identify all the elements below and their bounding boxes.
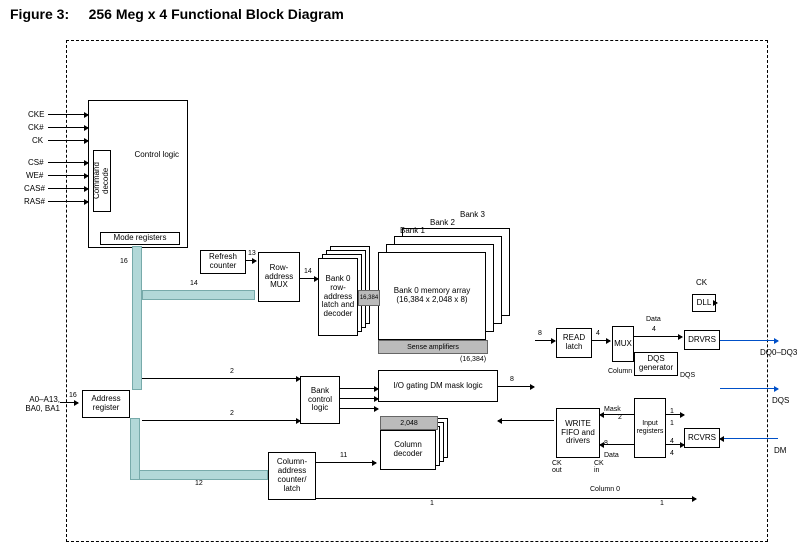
rcvrs-block: RCVRS bbox=[684, 428, 720, 448]
pin-addr: A0–A13, BA0, BA1 bbox=[18, 395, 60, 413]
w-rowmux-14: 14 bbox=[304, 268, 312, 275]
w-bank-2a: 2 bbox=[230, 368, 234, 375]
lbl-data-2: Data bbox=[604, 452, 619, 459]
address-register-block: Address register bbox=[82, 390, 130, 418]
bottom-1: 1 bbox=[430, 500, 434, 507]
pin-ck-right: CK bbox=[696, 278, 707, 287]
w-ir-4b: 4 bbox=[670, 450, 674, 457]
lbl-data: Data bbox=[646, 316, 661, 323]
figure-label: Figure 3: bbox=[10, 6, 69, 22]
w-mode-16: 16 bbox=[120, 258, 128, 265]
pin-ras: RAS# bbox=[24, 197, 45, 206]
dq-output bbox=[720, 340, 778, 341]
memory-array-block: Bank 0 memory array (16,384 x 2,048 x 8) bbox=[378, 252, 486, 340]
pin-we: WE# bbox=[26, 171, 43, 180]
lbl-ck-out: CK out bbox=[552, 460, 562, 474]
figure-title: 256 Meg x 4 Functional Block Diagram bbox=[89, 6, 344, 22]
pin-ckn: CK# bbox=[28, 123, 44, 132]
row-addr-mux-block: Row- address MUX bbox=[258, 252, 300, 302]
w-addr-14: 14 bbox=[190, 280, 198, 287]
sense-amplifiers-block: Sense amplifiers bbox=[378, 340, 488, 354]
w-wf-2: 2 bbox=[618, 414, 622, 421]
col-addr-latch-block: Column- address counter/ latch bbox=[268, 452, 316, 500]
lbl-dqs: DQS bbox=[680, 372, 695, 379]
bank1-label: Bank 1 bbox=[400, 226, 425, 235]
pin-dq: DQ0–DQ3 bbox=[760, 348, 797, 357]
pin-cs: CS# bbox=[28, 158, 44, 167]
row-bus-16384: 16,384 bbox=[358, 290, 380, 306]
column-decoder-block: Column decoder bbox=[380, 430, 436, 470]
w-io-8b: 8 bbox=[538, 330, 542, 337]
col-2048: 2,048 bbox=[380, 416, 438, 430]
row-latch-block: Bank 0 row- address latch and decoder bbox=[318, 258, 358, 336]
command-decode-block: Command decode bbox=[93, 150, 111, 212]
pin-dm: DM bbox=[774, 446, 786, 455]
bus-addr-to-row bbox=[142, 290, 255, 300]
lbl-col0-b: Column 0 bbox=[590, 486, 620, 493]
w-ir-1b: 1 bbox=[670, 420, 674, 427]
w-col-12: 12 bbox=[195, 480, 203, 487]
bank3-label: Bank 3 bbox=[460, 210, 485, 219]
w-mux-4: 4 bbox=[652, 326, 656, 333]
write-fifo-block: WRITE FIFO and drivers bbox=[556, 408, 600, 458]
sense-width: (16,384) bbox=[460, 356, 486, 363]
dqs-generator-block: DQS generator bbox=[634, 352, 678, 376]
w-read-4: 4 bbox=[596, 330, 600, 337]
io-gating-block: I/O gating DM mask logic bbox=[378, 370, 498, 402]
refresh-counter-block: Refresh counter bbox=[200, 250, 246, 274]
pin-cke: CKE bbox=[28, 110, 44, 119]
bottom-1b: 1 bbox=[660, 500, 664, 507]
bank2-label: Bank 2 bbox=[430, 218, 455, 227]
mode-registers-block: Mode registers bbox=[100, 232, 180, 245]
lbl-ck-in: CK in bbox=[594, 460, 604, 474]
bus-addr-to-col-v bbox=[130, 418, 140, 480]
pin-cas: CAS# bbox=[24, 184, 45, 193]
lbl-mask: Mask bbox=[604, 406, 621, 413]
pin-ck: CK bbox=[32, 136, 43, 145]
bus-addr-to-col bbox=[130, 470, 268, 480]
w-io-8: 8 bbox=[510, 376, 514, 383]
w-col-11: 11 bbox=[340, 452, 347, 459]
mux-block: MUX bbox=[612, 326, 634, 362]
bank-control-block: Bank control logic bbox=[300, 376, 340, 424]
dqs-output bbox=[720, 388, 778, 389]
read-latch-block: READ latch bbox=[556, 328, 592, 358]
bus-mode-to-addr bbox=[132, 246, 142, 390]
w-refresh-13: 13 bbox=[248, 250, 256, 257]
pin-dqs: DQS bbox=[772, 396, 789, 405]
addr-width-16: 16 bbox=[69, 392, 77, 399]
input-registers-block: Input registers bbox=[634, 398, 666, 458]
drvrs-block: DRVRS bbox=[684, 330, 720, 350]
w-bank-2b: 2 bbox=[230, 410, 234, 417]
